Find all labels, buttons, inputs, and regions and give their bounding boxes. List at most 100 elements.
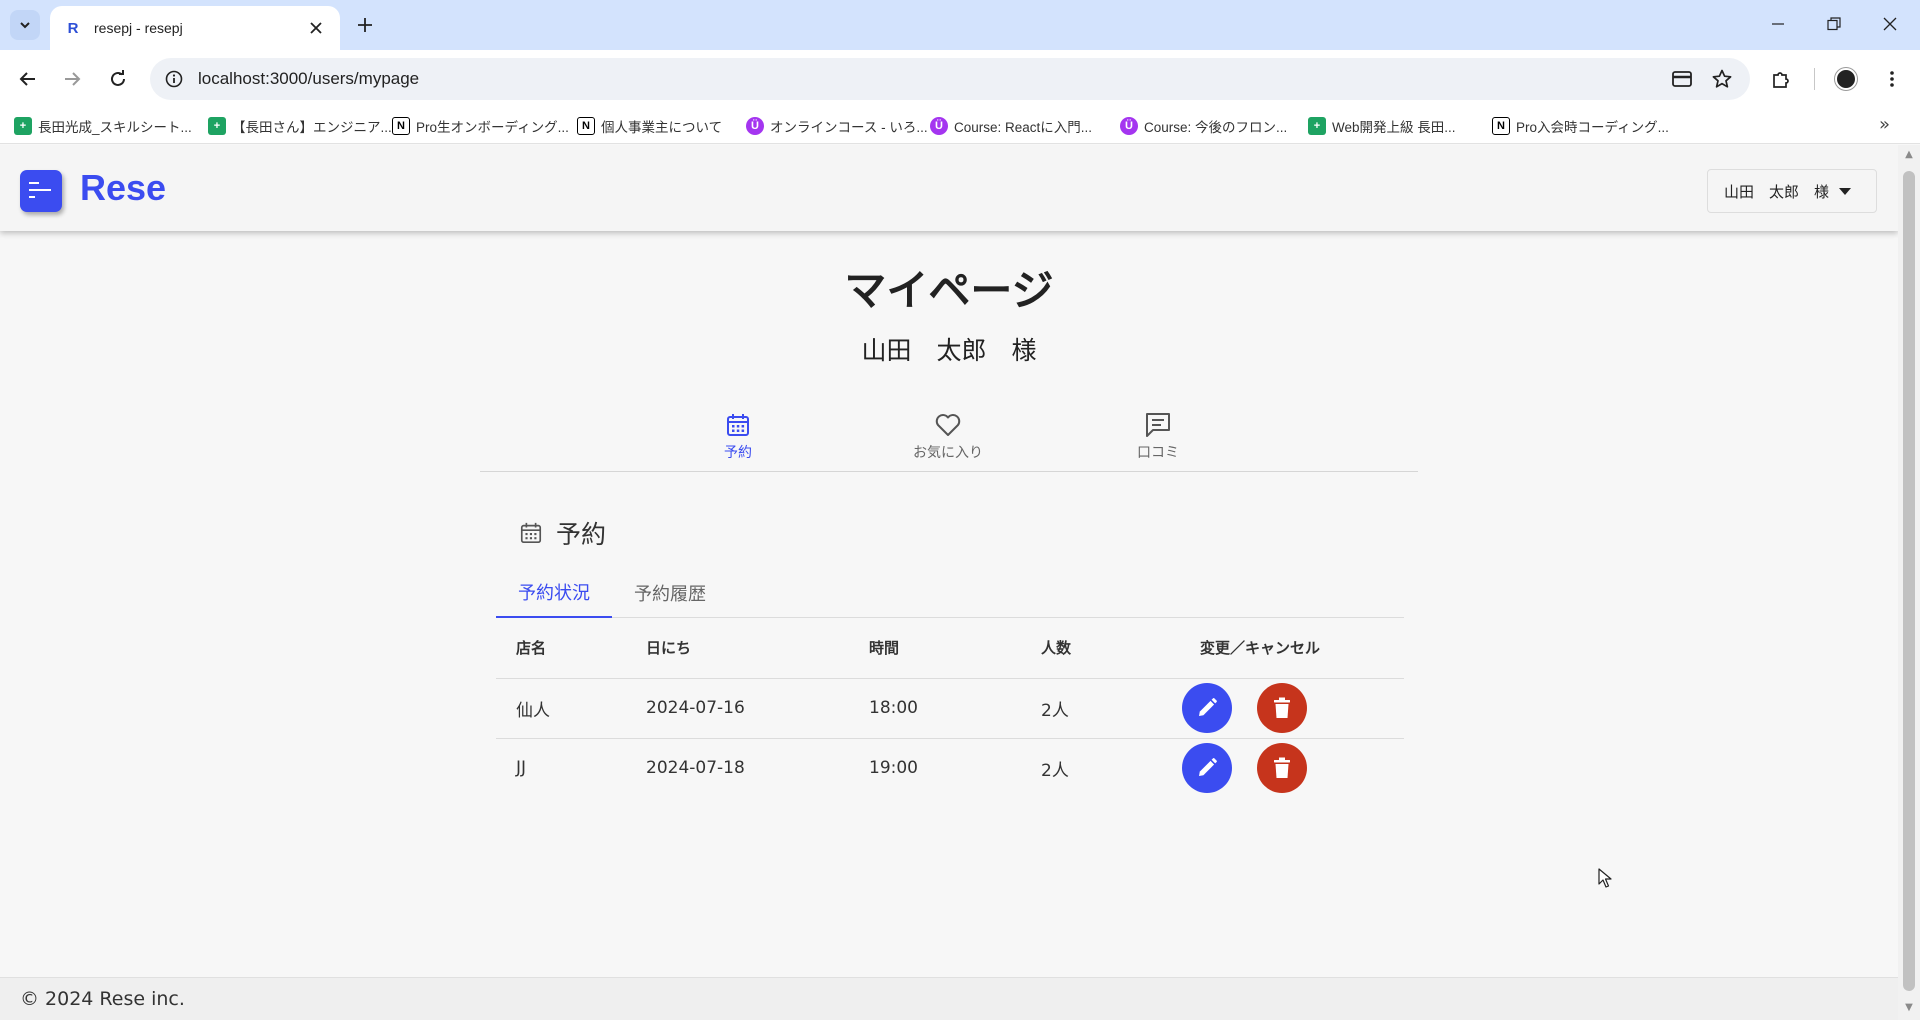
bookmark-item[interactable]: Ü Course: 今後のフロン... xyxy=(1120,115,1287,137)
tab-reservation-history[interactable]: 予約履歴 xyxy=(612,568,728,618)
bookmark-star-icon[interactable] xyxy=(1708,65,1736,93)
card-icon[interactable] xyxy=(1668,65,1696,93)
close-icon xyxy=(1883,17,1897,31)
browser-menu-button[interactable] xyxy=(1878,65,1906,93)
calendar-icon xyxy=(723,410,753,440)
bookmark-item[interactable]: + 【長田さん】エンジニア... xyxy=(208,115,392,137)
avatar xyxy=(1835,68,1857,90)
sheets-icon: + xyxy=(1308,117,1326,135)
mouse-cursor-icon xyxy=(1598,868,1612,888)
arrow-left-icon xyxy=(19,72,35,86)
extensions-button[interactable] xyxy=(1767,65,1795,93)
profile-button[interactable] xyxy=(1832,65,1860,93)
tab-reservation-status[interactable]: 予約状況 xyxy=(496,568,612,618)
bookmark-item[interactable]: N Pro入会時コーディング... xyxy=(1492,115,1669,137)
arrow-right-icon xyxy=(65,72,81,86)
restore-icon xyxy=(1827,17,1841,31)
address-bar[interactable]: localhost:3000/users/mypage xyxy=(150,58,1750,100)
cell-people: 2人 xyxy=(1041,760,1069,781)
table-row: 仙人 2024-07-16 18:00 2人 xyxy=(496,678,1404,739)
cell-actions xyxy=(1180,738,1404,798)
edit-reservation-button[interactable] xyxy=(1182,683,1232,733)
heart-icon xyxy=(933,410,963,440)
bookmark-item[interactable]: + 長田光成_スキルシート... xyxy=(14,115,192,137)
cell-date: 2024-07-16 xyxy=(626,678,849,739)
notion-icon: N xyxy=(1492,117,1510,135)
toolbar-divider xyxy=(1814,68,1815,90)
plus-icon xyxy=(358,18,372,32)
scroll-up-arrow[interactable]: ▲ xyxy=(1903,149,1915,163)
cancel-reservation-button[interactable] xyxy=(1257,683,1308,733)
udemy-icon: Ü xyxy=(746,117,764,135)
browser-tab[interactable]: R resepj - resepj xyxy=(50,6,340,50)
page-title: マイページ xyxy=(844,266,1054,315)
scroll-down-arrow[interactable]: ▼ xyxy=(1903,1002,1915,1016)
bookmark-item[interactable]: Ü オンラインコース - いろ... xyxy=(746,115,928,137)
restore-button[interactable] xyxy=(1814,10,1854,38)
reload-button[interactable] xyxy=(104,65,132,93)
sheets-icon: + xyxy=(208,117,226,135)
logo-text[interactable]: Rese xyxy=(80,167,166,209)
bookmark-item[interactable]: N Pro生オンボーディング... xyxy=(392,115,569,137)
cancel-reservation-button[interactable] xyxy=(1257,743,1308,794)
sheets-icon: + xyxy=(14,117,32,135)
section-title-text: 予約 xyxy=(556,520,607,549)
scrollbar-thumb[interactable] xyxy=(1903,171,1915,991)
back-button[interactable] xyxy=(14,65,42,93)
column-header-time: 時間 xyxy=(849,618,1021,679)
tab-favorites[interactable]: お気に入り xyxy=(858,410,1038,472)
calendar-icon xyxy=(518,520,544,546)
cell-shop: 仙人 xyxy=(496,678,626,739)
column-header-actions: 変更／キャンセル xyxy=(1180,618,1404,679)
page-footer: © 2024 Rese inc. xyxy=(0,977,1898,1020)
reservation-sub-tabs: 予約状況 予約履歴 xyxy=(496,568,1404,618)
bookmarks-overflow-button[interactable]: » xyxy=(1879,114,1890,135)
trash-icon xyxy=(1274,697,1291,718)
site-info-icon[interactable] xyxy=(164,69,184,89)
column-header-date: 日にち xyxy=(626,618,849,679)
tab-reviews[interactable]: 口コミ xyxy=(1068,410,1248,472)
tab-title: resepj - resepj xyxy=(94,20,183,36)
edit-reservation-button[interactable] xyxy=(1182,743,1232,794)
tab-close-button[interactable] xyxy=(306,18,326,38)
mypage-tabs: 予約 お気に入り 口コミ xyxy=(480,410,1418,472)
cell-people: 2人 xyxy=(1021,678,1180,739)
pencil-icon xyxy=(1199,698,1217,716)
tab-favicon: R xyxy=(67,19,79,37)
tab-search-button[interactable] xyxy=(10,10,40,40)
reservations-table: 店名 日にち 時間 人数 変更／キャンセル 仙人 2024-07-16 18:0… xyxy=(496,618,1404,798)
page-viewport: Rese 山田 太郎 様 マイページ 山田 太郎 様 予約 お気に入り 口コミ xyxy=(0,145,1898,1020)
tab-label: 口コミ xyxy=(1137,445,1179,461)
forward-button[interactable] xyxy=(58,65,86,93)
close-window-button[interactable] xyxy=(1870,10,1910,38)
bookmark-item[interactable]: Ü Course: Reactに入門... xyxy=(930,115,1092,137)
user-menu-label: 山田 太郎 様 xyxy=(1724,182,1830,201)
bookmark-item[interactable]: + Web開発上級 長田... xyxy=(1308,115,1456,137)
section-title: 予約 xyxy=(518,515,606,551)
browser-toolbar: localhost:3000/users/mypage xyxy=(0,50,1920,108)
url-text[interactable]: localhost:3000/users/mypage xyxy=(198,69,1656,89)
bookmark-item[interactable]: N 個人事業主について xyxy=(577,115,722,137)
minimize-button[interactable] xyxy=(1758,10,1798,38)
user-menu-button[interactable]: 山田 太郎 様 xyxy=(1707,169,1877,213)
tab-label: 予約 xyxy=(724,445,752,461)
minimize-icon xyxy=(1772,23,1784,25)
more-vertical-icon xyxy=(1890,71,1894,87)
caret-down-icon xyxy=(1839,187,1852,195)
puzzle-icon xyxy=(1773,72,1789,88)
cell-time: 18:00 xyxy=(849,678,1021,739)
table-row: JJ 2024-07-18 19:00 2人 xyxy=(496,738,1404,798)
tab-label: お気に入り xyxy=(913,445,983,461)
cell-date: 2024-07-18 xyxy=(646,758,745,779)
chevron-down-icon xyxy=(20,22,30,29)
cell-shop: JJ xyxy=(516,758,527,779)
comment-icon xyxy=(1143,410,1173,440)
tab-reservations[interactable]: 予約 xyxy=(648,410,828,472)
notion-icon: N xyxy=(392,117,410,135)
reload-icon xyxy=(111,70,125,86)
udemy-icon: Ü xyxy=(1120,117,1138,135)
new-tab-button[interactable] xyxy=(352,12,378,38)
logo-icon[interactable] xyxy=(20,170,62,212)
cell-time: 19:00 xyxy=(869,758,918,779)
page-scrollbar[interactable]: ▲ ▼ xyxy=(1898,145,1920,1020)
